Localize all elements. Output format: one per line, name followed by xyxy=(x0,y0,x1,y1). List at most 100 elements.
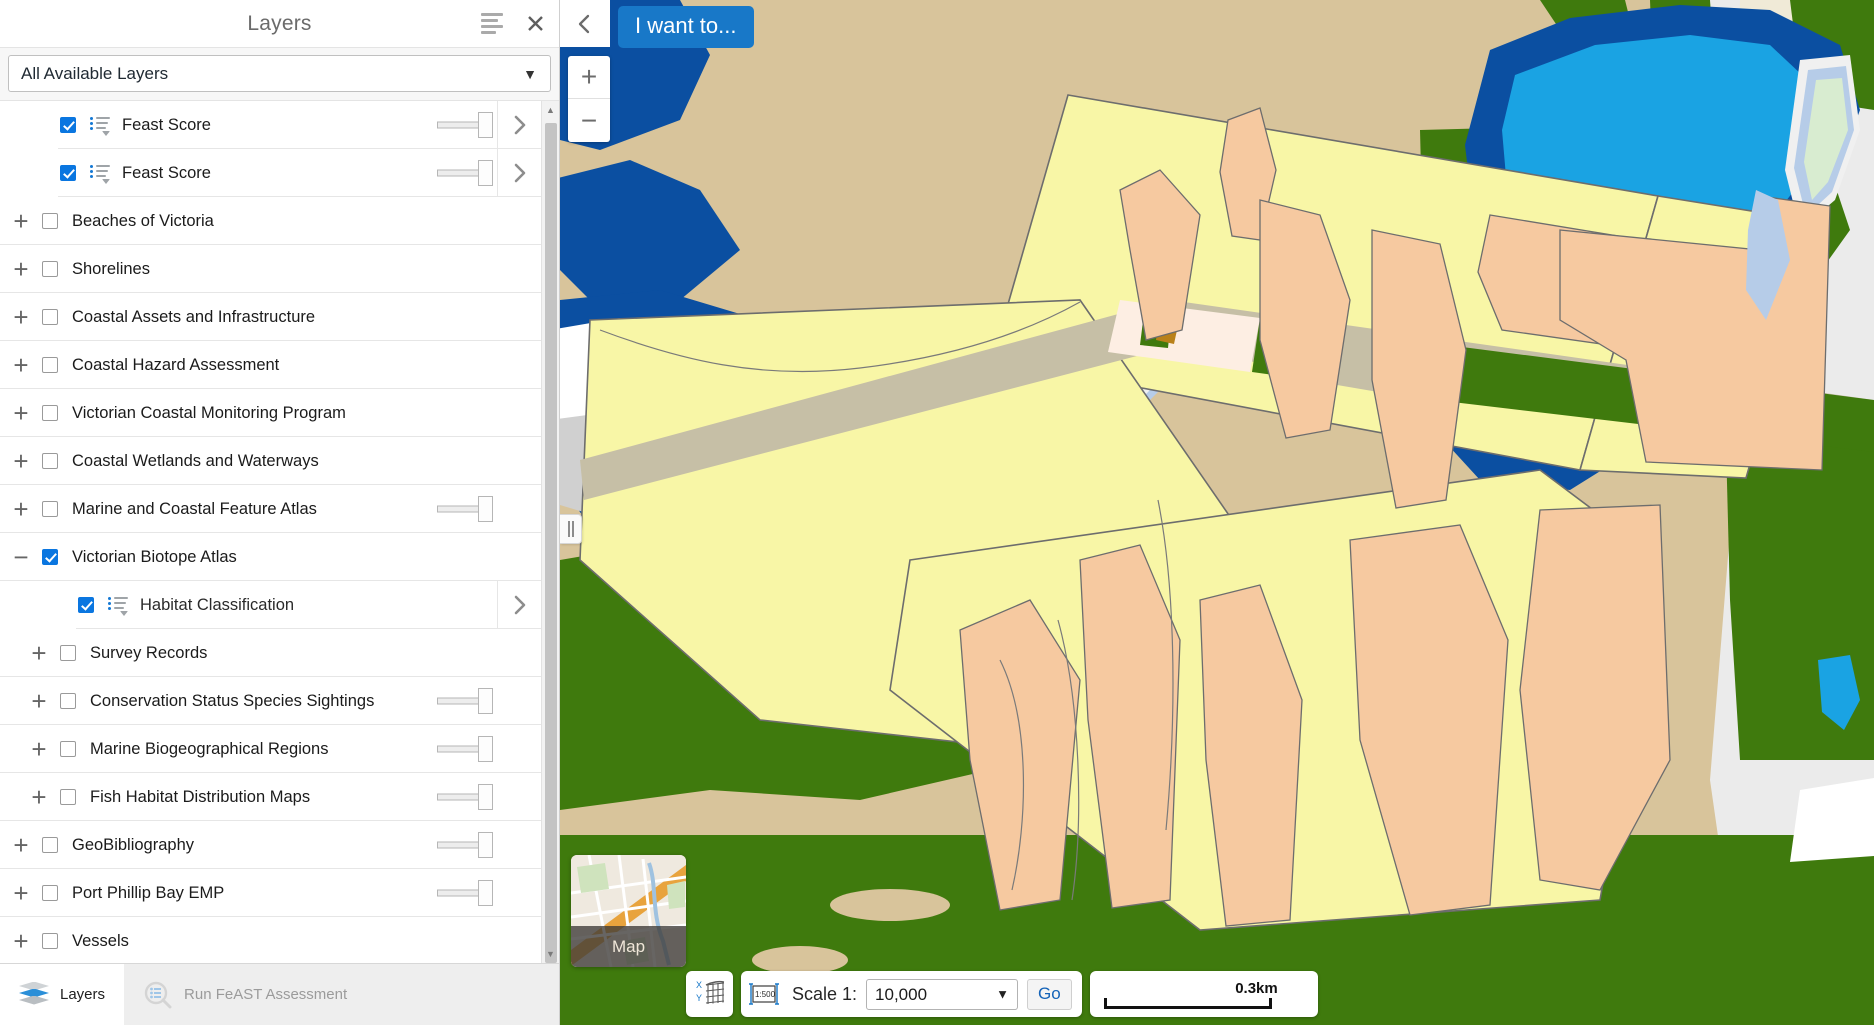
layer-row[interactable]: + Beaches of Victoria xyxy=(0,197,541,245)
expand-icon[interactable]: + xyxy=(18,725,60,773)
panel-collapse-handle[interactable] xyxy=(560,514,582,544)
go-button[interactable]: Go xyxy=(1027,978,1072,1010)
layer-visibility-checkbox[interactable] xyxy=(78,597,94,613)
hamburger-icon[interactable] xyxy=(481,13,503,34)
layer-row[interactable]: Feast Score xyxy=(0,149,541,197)
scrollbar-thumb[interactable] xyxy=(545,123,557,963)
expander-spacer xyxy=(18,101,60,149)
layer-row[interactable]: + Vessels xyxy=(0,917,541,963)
layer-visibility-checkbox[interactable] xyxy=(42,837,58,853)
expand-icon[interactable]: + xyxy=(0,437,42,485)
layer-visibility-checkbox[interactable] xyxy=(60,741,76,757)
layer-name: Shorelines xyxy=(72,259,150,278)
layer-visibility-checkbox[interactable] xyxy=(42,453,58,469)
layer-row[interactable]: + Marine and Coastal Feature Atlas xyxy=(0,485,541,533)
legend-list-icon xyxy=(108,596,128,616)
zoom-out-button[interactable]: − xyxy=(568,99,610,142)
layer-name: Fish Habitat Distribution Maps xyxy=(90,787,311,806)
expand-icon[interactable]: + xyxy=(18,629,60,677)
panel-tab-layers[interactable]: Layers xyxy=(0,964,125,1025)
layer-row[interactable]: Feast Score xyxy=(0,101,541,149)
expand-icon[interactable]: + xyxy=(0,341,42,389)
layer-row[interactable]: + Fish Habitat Distribution Maps xyxy=(0,773,541,821)
layer-opacity-slider[interactable] xyxy=(437,878,493,908)
scroll-up-arrow-icon[interactable]: ▲ xyxy=(542,101,559,119)
layer-opacity-slider[interactable] xyxy=(437,686,493,716)
layer-detail-chevron-right-icon[interactable] xyxy=(497,581,541,629)
layer-visibility-checkbox[interactable] xyxy=(42,933,58,949)
layer-row[interactable]: − Victorian Biotope Atlas xyxy=(0,533,541,581)
layer-detail-chevron-right-icon[interactable] xyxy=(497,149,541,197)
layer-filter-bar: All Available LayersActive LayersVisible… xyxy=(0,47,559,101)
map-bottom-toolbar: X Y 1:500 Scale 1: 10,000 ▼ Go 0.3km xyxy=(686,971,1318,1017)
layer-visibility-checkbox[interactable] xyxy=(42,501,58,517)
layer-row[interactable]: + Marine Biogeographical Regions xyxy=(0,725,541,773)
layer-opacity-slider[interactable] xyxy=(437,734,493,764)
row-arrow-spacer xyxy=(497,821,541,869)
layer-list-scrollbar[interactable]: ▲ ▼ xyxy=(541,101,559,963)
layer-visibility-checkbox[interactable] xyxy=(42,357,58,373)
layer-visibility-checkbox[interactable] xyxy=(42,261,58,277)
close-icon[interactable] xyxy=(526,14,545,33)
layer-row[interactable]: + Coastal Assets and Infrastructure xyxy=(0,293,541,341)
layer-row[interactable]: + Coastal Wetlands and Waterways xyxy=(0,437,541,485)
expand-icon[interactable]: + xyxy=(0,821,42,869)
layer-row[interactable]: + Shorelines xyxy=(0,245,541,293)
layer-name: Habitat Classification xyxy=(140,595,295,614)
legend-list-icon xyxy=(90,164,110,184)
map-canvas[interactable]: I want to... + − Map X Y 1:500 Scale 1: … xyxy=(560,0,1874,1025)
layer-row[interactable]: + Victorian Coastal Monitoring Program xyxy=(0,389,541,437)
layer-visibility-checkbox[interactable] xyxy=(60,645,76,661)
panel-tab-label: Run FeAST Assessment xyxy=(184,986,348,1003)
layer-opacity-slider[interactable] xyxy=(437,782,493,812)
row-arrow-spacer xyxy=(497,917,541,963)
expand-icon[interactable]: + xyxy=(0,245,42,293)
expand-icon[interactable]: + xyxy=(0,197,42,245)
i-want-to-button[interactable]: I want to... xyxy=(618,6,754,48)
collapse-icon[interactable]: − xyxy=(0,533,42,581)
layer-row[interactable]: + Survey Records xyxy=(0,629,541,677)
layer-row[interactable]: Habitat Classification xyxy=(0,581,541,629)
expand-icon[interactable]: + xyxy=(18,773,60,821)
back-button[interactable] xyxy=(560,0,610,47)
layer-visibility-checkbox[interactable] xyxy=(42,213,58,229)
layer-row[interactable]: + Coastal Hazard Assessment xyxy=(0,341,541,389)
layer-opacity-slider[interactable] xyxy=(437,158,493,188)
layer-row[interactable]: + GeoBibliography xyxy=(0,821,541,869)
panel-tab-run-feast-assessment[interactable]: Run FeAST Assessment xyxy=(124,964,366,1025)
layer-visibility-checkbox[interactable] xyxy=(60,117,76,133)
layer-visibility-checkbox[interactable] xyxy=(42,549,58,565)
xy-graticule-icon: X Y xyxy=(696,980,724,1004)
layer-visibility-checkbox[interactable] xyxy=(60,789,76,805)
layer-detail-chevron-right-icon[interactable] xyxy=(497,101,541,149)
expand-icon[interactable]: + xyxy=(0,917,42,963)
expand-icon[interactable]: + xyxy=(0,485,42,533)
layer-row[interactable]: + Port Phillip Bay EMP xyxy=(0,869,541,917)
expand-icon[interactable]: + xyxy=(0,389,42,437)
layer-visibility-checkbox[interactable] xyxy=(60,693,76,709)
expand-icon[interactable]: + xyxy=(0,869,42,917)
row-arrow-spacer xyxy=(497,389,541,437)
layer-filter-select[interactable]: All Available LayersActive LayersVisible… xyxy=(8,55,551,92)
zoom-in-button[interactable]: + xyxy=(568,56,610,99)
layer-opacity-slider[interactable] xyxy=(437,830,493,860)
layer-visibility-checkbox[interactable] xyxy=(42,405,58,421)
basemap-switcher[interactable]: Map xyxy=(571,855,686,967)
layer-name: Vessels xyxy=(72,931,129,950)
row-arrow-spacer xyxy=(497,773,541,821)
scroll-down-arrow-icon[interactable]: ▼ xyxy=(542,945,559,963)
layer-visibility-checkbox[interactable] xyxy=(42,885,58,901)
scale-select[interactable]: 1,0002,5005,00010,00025,00050,000100,000 xyxy=(866,978,1019,1010)
layer-visibility-checkbox[interactable] xyxy=(60,165,76,181)
layer-name: Marine and Coastal Feature Atlas xyxy=(72,499,317,518)
expand-icon[interactable]: + xyxy=(18,677,60,725)
expand-icon[interactable]: + xyxy=(0,293,42,341)
scale-ratio-icon[interactable]: 1:500 xyxy=(745,981,783,1007)
layer-name: Coastal Wetlands and Waterways xyxy=(72,451,319,470)
layer-row[interactable]: + Conservation Status Species Sightings xyxy=(0,677,541,725)
xy-coordinates-button[interactable]: X Y xyxy=(686,971,733,1017)
layer-opacity-slider[interactable] xyxy=(437,110,493,140)
layer-visibility-checkbox[interactable] xyxy=(42,309,58,325)
layer-opacity-slider[interactable] xyxy=(437,494,493,524)
layer-list: Feast Score Feast Score + Beaches of Victor… xyxy=(0,101,541,963)
